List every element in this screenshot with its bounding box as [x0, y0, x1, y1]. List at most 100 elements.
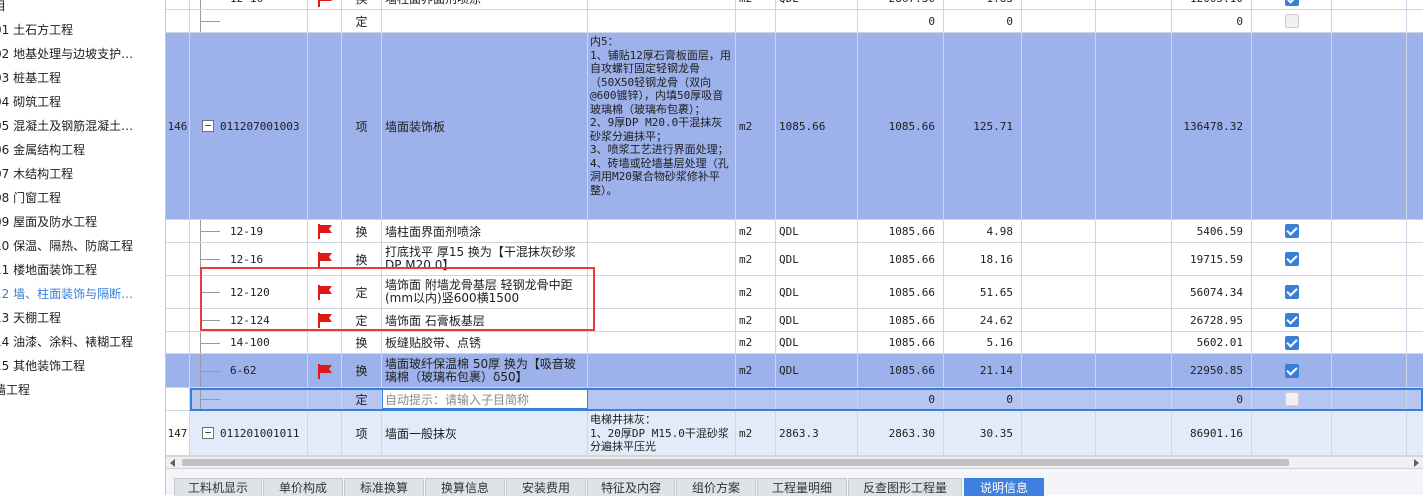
name-cell[interactable]: 墙柱面界面剂喷涂 [382, 0, 588, 9]
code-cell: 14-100 [230, 336, 270, 349]
table-row[interactable]: 定 0 0 0 [166, 10, 1423, 33]
checkbox-checked-icon[interactable] [1284, 313, 1299, 327]
checkbox-cell[interactable] [1252, 309, 1332, 331]
red-flag-icon [317, 285, 332, 300]
scroll-left-icon[interactable] [170, 459, 175, 467]
flag-cell[interactable] [308, 243, 342, 275]
code-input[interactable]: 自动提示：请输入子目简称 [382, 389, 588, 409]
checkbox-cell[interactable] [1252, 388, 1332, 410]
checkbox-cell[interactable] [1252, 220, 1332, 242]
price-cell: 125.71 [944, 33, 1022, 219]
checkbox-checked-icon[interactable] [1284, 224, 1299, 238]
table-row[interactable]: 12-124 定 墙饰面 石膏板基层 m2 QDL 1085.66 24.62 … [166, 309, 1423, 332]
flag-cell[interactable] [308, 0, 342, 9]
table-row[interactable]: 12-120 定 墙饰面 附墙龙骨基层 轻钢龙骨中距(mm以内)竖600横150… [166, 276, 1423, 309]
type-cell: QDL [776, 243, 858, 275]
checkbox-cell[interactable] [1252, 332, 1332, 353]
total-cell: 136478.32 [1172, 33, 1252, 219]
name-cell[interactable]: 板缝贴胶带、点锈 [382, 332, 588, 353]
qty-cell: 1085.66 [858, 276, 944, 308]
tree-item-02[interactable]: 02 地基处理与边坡支护… [0, 42, 165, 66]
tree-item-07[interactable]: 07 木结构工程 [0, 162, 165, 186]
table-row[interactable]: 12-16 换 墙柱面界面剂喷涂 m2 QDL 2867.30 1.83 120… [166, 0, 1423, 10]
tree-item-16[interactable]: 墙工程 [0, 378, 165, 402]
description-cell[interactable]: 内5： 1、铺贴12厚石膏板面层，用自攻螺钉固定轻钢龙骨（50X50轻钢龙骨（双… [588, 33, 736, 219]
tree-item-12[interactable]: 12 墙、柱面装饰与隔断… [0, 282, 165, 306]
flag-cell[interactable] [308, 220, 342, 242]
budget-grid: 12-16 换 墙柱面界面剂喷涂 m2 QDL 2867.30 1.83 120… [166, 0, 1423, 456]
tree-item-root[interactable]: 目 [0, 0, 165, 18]
name-cell[interactable]: 墙饰面 石膏板基层 [382, 309, 588, 331]
checkbox-cell[interactable] [1252, 10, 1332, 32]
name-cell[interactable]: 墙面一般抹灰 [382, 411, 588, 455]
tree-item-05[interactable]: 05 混凝土及钢筋混凝土… [0, 114, 165, 138]
name-cell[interactable]: 墙面玻纤保温棉 50厚 换为【吸音玻璃棉（玻璃布包裹）δ50】 [382, 354, 588, 387]
price-cell: 5.16 [944, 332, 1022, 353]
tab-conversion-info[interactable]: 换算信息 [425, 478, 505, 496]
tab-description-info[interactable]: 说明信息 [964, 478, 1044, 496]
scroll-right-icon[interactable] [1414, 459, 1419, 467]
checkbox-cell[interactable] [1252, 243, 1332, 275]
checkbox-unchecked-icon[interactable] [1284, 14, 1299, 28]
tree-item-14[interactable]: 14 油漆、涂料、裱糊工程 [0, 330, 165, 354]
tab-standard-conversion[interactable]: 标准换算 [344, 478, 424, 496]
minus-box-icon[interactable]: − [202, 427, 214, 439]
type-cell: QDL [776, 0, 858, 9]
table-row[interactable]: 12-19 换 墙柱面界面剂喷涂 m2 QDL 1085.66 4.98 540… [166, 220, 1423, 243]
table-row-item-147[interactable]: 147 −011201001011 项 墙面一般抹灰 电梯井抹灰： 1、20厚D… [166, 411, 1423, 456]
type-cell: QDL [776, 309, 858, 331]
row-seq: 147 [166, 411, 190, 455]
table-row-editing[interactable]: 定 自动提示：请输入子目简称 0 0 0 [166, 388, 1423, 411]
flag-cell[interactable] [308, 309, 342, 331]
description-cell[interactable]: 电梯井抹灰： 1、20厚DP M15.0干混砂浆分遍抹平压光 [588, 411, 736, 455]
minus-box-icon[interactable]: − [202, 120, 214, 132]
checkbox-unchecked-icon[interactable] [1284, 392, 1299, 406]
horizontal-scrollbar[interactable] [166, 456, 1423, 468]
checkbox-cell[interactable] [1252, 276, 1332, 308]
checkbox-checked-icon[interactable] [1284, 285, 1299, 299]
tree-item-09[interactable]: 09 屋面及防水工程 [0, 210, 165, 234]
code-cell: 011201001011 [220, 426, 300, 440]
checkbox-checked-icon[interactable] [1284, 0, 1299, 6]
price-cell: 51.65 [944, 276, 1022, 308]
tree-item-01[interactable]: 01 土石方工程 [0, 18, 165, 42]
table-row[interactable]: 12-16 换 打底找平 厚15 换为【干混抹灰砂浆 DP M20.0】 m2 … [166, 243, 1423, 276]
tree-item-04[interactable]: 04 砌筑工程 [0, 90, 165, 114]
code-cell: 12-16 [230, 0, 263, 9]
tree-item-08[interactable]: 08 门窗工程 [0, 186, 165, 210]
tree-item-10[interactable]: 10 保温、隔热、防腐工程 [0, 234, 165, 258]
total-cell: 86901.16 [1172, 411, 1252, 455]
name-cell[interactable]: 墙柱面界面剂喷涂 [382, 220, 588, 242]
tree-item-06[interactable]: 06 金属结构工程 [0, 138, 165, 162]
tab-pricing-scheme[interactable]: 组价方案 [676, 478, 756, 496]
tab-material-display[interactable]: 工料机显示 [174, 478, 262, 496]
tree-item-11[interactable]: 11 楼地面装饰工程 [0, 258, 165, 282]
qty-cell: 1085.66 [858, 354, 944, 387]
name-cell[interactable]: 墙饰面 附墙龙骨基层 轻钢龙骨中距(mm以内)竖600横1500 [382, 276, 588, 308]
checkbox-checked-icon[interactable] [1284, 335, 1299, 350]
tree-item-15[interactable]: 15 其他装饰工程 [0, 354, 165, 378]
tab-install-fee[interactable]: 安装费用 [506, 478, 586, 496]
tab-quantity-detail[interactable]: 工程量明细 [757, 478, 847, 496]
table-row-item-146[interactable]: 146 −011207001003 项 墙面装饰板 内5： 1、铺贴12厚石膏板… [166, 33, 1423, 220]
tab-reverse-lookup[interactable]: 反查图形工程量 [848, 478, 962, 496]
qty-cell: 2863.30 [858, 411, 944, 455]
price-cell: 4.98 [944, 220, 1022, 242]
tree-item-03[interactable]: 03 桩基工程 [0, 66, 165, 90]
name-cell[interactable]: 打底找平 厚15 换为【干混抹灰砂浆 DP M20.0】 [382, 243, 588, 275]
checkbox-cell[interactable] [1252, 0, 1332, 9]
tree-item-13[interactable]: 13 天棚工程 [0, 306, 165, 330]
checkbox-checked-icon[interactable] [1284, 252, 1299, 266]
scrollbar-thumb[interactable] [182, 459, 1289, 466]
flag-cell[interactable] [308, 276, 342, 308]
checkbox-cell[interactable] [1252, 354, 1332, 387]
table-row[interactable]: 14-100 换 板缝贴胶带、点锈 m2 QDL 1085.66 5.16 56… [166, 332, 1423, 354]
table-row-selected[interactable]: 6-62 换 墙面玻纤保温棉 50厚 换为【吸音玻璃棉（玻璃布包裹）δ50】 m… [166, 354, 1423, 388]
tab-unit-price[interactable]: 单价构成 [263, 478, 343, 496]
tab-features[interactable]: 特征及内容 [587, 478, 675, 496]
flag-cell[interactable] [308, 354, 342, 387]
name-cell[interactable]: 墙面装饰板 [382, 33, 588, 219]
type-cell: QDL [776, 332, 858, 353]
checkbox-checked-icon[interactable] [1284, 363, 1299, 378]
unit-cell: m2 [736, 411, 776, 455]
